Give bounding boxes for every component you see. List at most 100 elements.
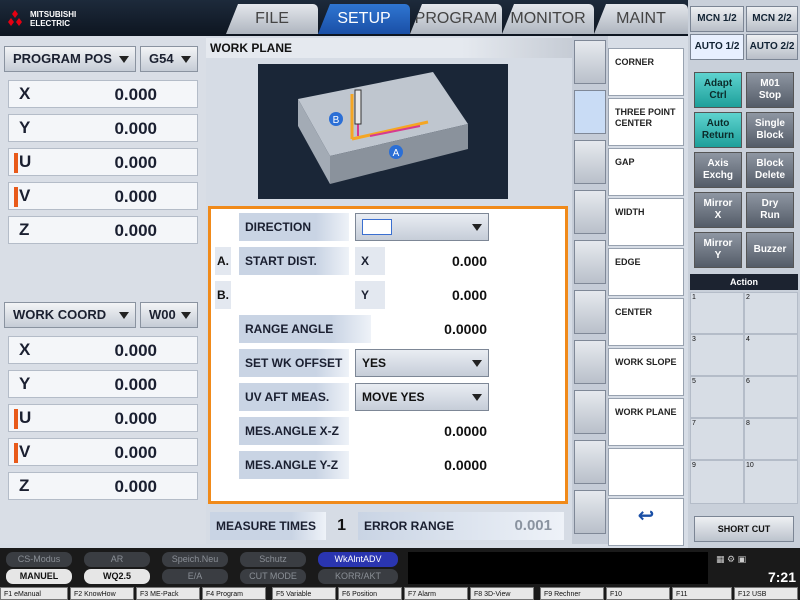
tab-program[interactable]: PROGRAM [410, 4, 502, 34]
status-schutz: Schutz [240, 552, 306, 567]
menu-center[interactable]: CENTER [608, 298, 684, 346]
fkey-f10[interactable]: F10 [606, 587, 670, 600]
w00-dropdown[interactable]: W00 [140, 302, 198, 328]
gap-measure-icon[interactable] [574, 140, 606, 184]
tab-mcn-1[interactable]: MCN 1/2 [690, 6, 744, 32]
axis-row-x: X 0.000 [8, 336, 198, 364]
tab-mcn-2[interactable]: MCN 2/2 [746, 6, 798, 32]
fkey-f6[interactable]: F6 Position [338, 587, 402, 600]
axis-row-v: V 0.000 [8, 182, 198, 210]
menu-corner[interactable]: CORNER [608, 48, 684, 96]
mirror-x-button[interactable]: Mirror X [694, 192, 742, 228]
action-cell[interactable]: 4 [745, 335, 797, 375]
action-cell[interactable]: 1 [691, 293, 743, 333]
tab-auto-1[interactable]: AUTO 1/2 [690, 34, 744, 60]
axis-row-v: V 0.000 [8, 438, 198, 466]
fkey-f2[interactable]: F2 KnowHow [70, 587, 134, 600]
fkey-f12[interactable]: F12 USB [734, 587, 798, 600]
crosshair-icon[interactable] [574, 490, 606, 534]
position-panel: PROGRAM POS G54 X 0.000 Y 0.000 U 0.000 V 0.… [0, 36, 206, 544]
uv-aft-meas-select[interactable]: MOVE YES [355, 383, 489, 411]
menu-empty[interactable] [608, 448, 684, 496]
mirror-y-button[interactable]: Mirror Y [694, 232, 742, 268]
fkey-f11[interactable]: F11 [672, 587, 732, 600]
block-delete-button[interactable]: Block Delete [746, 152, 794, 188]
measure-times-value[interactable]: 1 [326, 512, 352, 540]
tab-maint[interactable]: MAINT [594, 4, 688, 34]
menu-edge[interactable]: EDGE [608, 248, 684, 296]
menu-work-slope[interactable]: WORK SLOPE [608, 348, 684, 396]
menu-work-plane[interactable]: WORK PLANE [608, 398, 684, 446]
work-coord-dropdown[interactable]: WORK COORD [4, 302, 136, 328]
fkey-f5[interactable]: F5 Variable [272, 587, 336, 600]
adapt-ctrl-button[interactable]: Adapt Ctrl [694, 72, 742, 108]
axis-marker [14, 187, 18, 207]
status-speich-neu: Speich.Neu [162, 552, 228, 567]
short-cut-button[interactable]: SHORT CUT [694, 516, 794, 542]
single-block-button[interactable]: Single Block [746, 112, 794, 148]
buzzer-button[interactable]: Buzzer [746, 232, 794, 268]
tab-setup[interactable]: SETUP [318, 4, 410, 34]
return-button[interactable]: ↩ [608, 498, 684, 546]
system-icons: ▦ ⚙ ▣ [716, 554, 747, 564]
status-cs-modus: CS-Modus [6, 552, 72, 567]
mes-angle-xz-value: 0.0000 [444, 423, 487, 439]
width-measure-icon[interactable] [574, 190, 606, 234]
fkey-f7[interactable]: F7 Alarm [404, 587, 468, 600]
fkey-f1[interactable]: F1 eManual [0, 587, 68, 600]
chevron-down-icon [119, 56, 129, 63]
direction-select[interactable] [355, 213, 489, 241]
tab-file[interactable]: FILE [226, 4, 318, 34]
tab-auto-2[interactable]: AUTO 2/2 [746, 34, 798, 60]
auto-return-button[interactable]: Auto Return [694, 112, 742, 148]
action-cell[interactable]: 5 [691, 377, 743, 417]
clock: 7:21 [767, 569, 796, 585]
menu-gap[interactable]: GAP [608, 148, 684, 196]
action-cell[interactable]: 7 [691, 419, 743, 459]
center-measure-icon[interactable] [574, 290, 606, 334]
start-dist-label: START DIST. [239, 247, 349, 275]
action-cell[interactable]: 8 [745, 419, 797, 459]
menu-three-point-center[interactable]: THREE POINT CENTER [608, 98, 684, 146]
return-arrow-icon: ↩ [637, 505, 655, 527]
menu-width[interactable]: WIDTH [608, 198, 684, 246]
g54-dropdown[interactable]: G54 [140, 46, 198, 72]
dry-run-button[interactable]: Dry Run [746, 192, 794, 228]
error-range-value[interactable]: 0.001 [486, 512, 558, 540]
three-point-center-icon[interactable] [574, 90, 606, 134]
action-cell[interactable]: 6 [745, 377, 797, 417]
work-slope-icon[interactable] [574, 340, 606, 384]
fkey-f4[interactable]: F4 Program [202, 587, 266, 600]
edge-measure-icon[interactable] [574, 240, 606, 284]
action-cell[interactable]: 10 [745, 461, 797, 503]
cnc-screen: MITSUBISHI ELECTRIC FILE SETUP PROGRAM MO… [0, 0, 800, 600]
set-wk-offset-select[interactable]: YES [355, 349, 489, 377]
action-cell[interactable]: 2 [745, 293, 797, 333]
action-header: Action [690, 274, 798, 290]
tab-monitor[interactable]: MONITOR [502, 4, 594, 34]
fkey-f8[interactable]: F8 3D-View [470, 587, 534, 600]
work-plane-icon[interactable] [574, 390, 606, 434]
action-cell[interactable]: 9 [691, 461, 743, 503]
fkey-f9[interactable]: F9 Rechner [540, 587, 604, 600]
direction-label: DIRECTION [239, 213, 349, 241]
axis-row-y: Y 0.000 [8, 114, 198, 142]
axis-exchg-button[interactable]: Axis Exchg [694, 152, 742, 188]
chevron-down-icon [472, 224, 482, 231]
fkey-f3[interactable]: F3 ME-Pack [136, 587, 200, 600]
work-plane-form: DIRECTION A. START DIST. X 0.000 B. Y 0.… [208, 206, 568, 504]
program-pos-dropdown[interactable]: PROGRAM POS [4, 46, 136, 72]
axis-row-y: Y 0.000 [8, 370, 198, 398]
range-angle-value[interactable]: 0.0000 [387, 315, 493, 343]
x-label: X [355, 247, 385, 275]
machine-control-panel: MCN 1/2 MCN 2/2 AUTO 1/2 AUTO 2/2 Adapt C… [688, 0, 800, 548]
page-title: WORK PLANE [206, 38, 572, 58]
m01-stop-button[interactable]: M01 Stop [746, 72, 794, 108]
measure-menu: CORNER THREE POINT CENTER GAP WIDTH EDGE… [608, 40, 686, 548]
probe-icon[interactable] [574, 440, 606, 484]
start-dist-x-value[interactable]: 0.000 [387, 247, 493, 275]
start-dist-y-value[interactable]: 0.000 [387, 281, 493, 309]
axis-row-z: Z 0.000 [8, 216, 198, 244]
corner-measure-icon[interactable] [574, 40, 606, 84]
action-cell[interactable]: 3 [691, 335, 743, 375]
